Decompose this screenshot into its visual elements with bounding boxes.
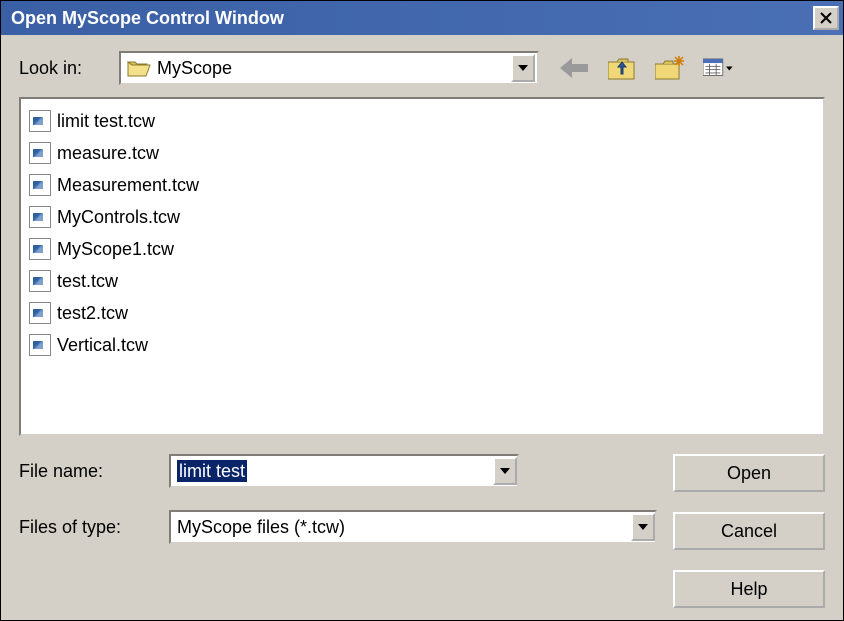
file-name: MyScope1.tcw	[57, 239, 174, 260]
file-list[interactable]: limit test.tcw measure.tcw Measurement.tcw…	[19, 97, 825, 436]
filetype-label: Files of type:	[19, 517, 169, 538]
filetype-row: Files of type: MyScope files (*.tcw)	[19, 510, 657, 544]
lookin-combo[interactable]: MyScope	[119, 51, 539, 85]
window-title: Open MyScope Control Window	[11, 8, 813, 29]
open-dialog: Open MyScope Control Window Look in: MyS…	[0, 0, 844, 621]
nav-toolbar	[559, 53, 733, 83]
file-item[interactable]: limit test.tcw	[25, 105, 819, 137]
file-item[interactable]: Measurement.tcw	[25, 169, 819, 201]
back-button[interactable]	[559, 53, 589, 83]
chevron-down-icon	[726, 66, 733, 71]
tcw-file-icon	[29, 302, 51, 324]
dialog-body: Look in: MyScope	[1, 35, 843, 620]
open-button[interactable]: Open	[673, 454, 825, 492]
lookin-label: Look in:	[19, 58, 119, 79]
chevron-down-icon	[638, 524, 648, 530]
file-name: MyControls.tcw	[57, 207, 180, 228]
folder-open-icon	[127, 58, 151, 78]
tcw-file-icon	[29, 110, 51, 132]
file-name: Vertical.tcw	[57, 335, 148, 356]
new-folder-button[interactable]	[655, 53, 685, 83]
file-item[interactable]: MyScope1.tcw	[25, 233, 819, 265]
filetype-combo[interactable]: MyScope files (*.tcw)	[169, 510, 657, 544]
filetype-value: MyScope files (*.tcw)	[177, 517, 631, 538]
tcw-file-icon	[29, 238, 51, 260]
file-name: test2.tcw	[57, 303, 128, 324]
filetype-dropdown-arrow[interactable]	[631, 513, 655, 541]
close-icon	[820, 12, 832, 24]
cancel-button[interactable]: Cancel	[673, 512, 825, 550]
file-item[interactable]: test2.tcw	[25, 297, 819, 329]
tcw-file-icon	[29, 142, 51, 164]
filename-dropdown-arrow[interactable]	[493, 457, 517, 485]
buttons-column: Open Cancel Help	[673, 454, 825, 608]
file-item[interactable]: Vertical.tcw	[25, 329, 819, 361]
file-item[interactable]: test.tcw	[25, 265, 819, 297]
close-button[interactable]	[813, 6, 839, 30]
filename-label: File name:	[19, 461, 169, 482]
file-name: test.tcw	[57, 271, 118, 292]
titlebar: Open MyScope Control Window	[1, 1, 843, 35]
chevron-down-icon	[518, 65, 528, 71]
fields: File name: limit test Files of type: MyS…	[19, 454, 657, 608]
tcw-file-icon	[29, 174, 51, 196]
filename-combo[interactable]: limit test	[169, 454, 519, 488]
new-folder-icon	[655, 56, 685, 80]
tcw-file-icon	[29, 334, 51, 356]
file-item[interactable]: MyControls.tcw	[25, 201, 819, 233]
lookin-dropdown-arrow[interactable]	[511, 54, 535, 82]
filename-value: limit test	[177, 461, 493, 482]
back-icon	[560, 58, 588, 78]
views-menu-button[interactable]	[703, 53, 733, 83]
filename-row: File name: limit test	[19, 454, 657, 488]
tcw-file-icon	[29, 270, 51, 292]
lookin-row: Look in: MyScope	[19, 51, 825, 85]
file-name: Measurement.tcw	[57, 175, 199, 196]
lookin-value: MyScope	[157, 58, 511, 79]
bottom-section: File name: limit test Files of type: MyS…	[19, 454, 825, 608]
folder-up-icon	[608, 56, 636, 80]
chevron-down-icon	[500, 468, 510, 474]
file-name: limit test.tcw	[57, 111, 155, 132]
tcw-file-icon	[29, 206, 51, 228]
help-button[interactable]: Help	[673, 570, 825, 608]
up-one-level-button[interactable]	[607, 53, 637, 83]
file-name: measure.tcw	[57, 143, 159, 164]
views-menu-icon	[703, 57, 724, 79]
file-item[interactable]: measure.tcw	[25, 137, 819, 169]
